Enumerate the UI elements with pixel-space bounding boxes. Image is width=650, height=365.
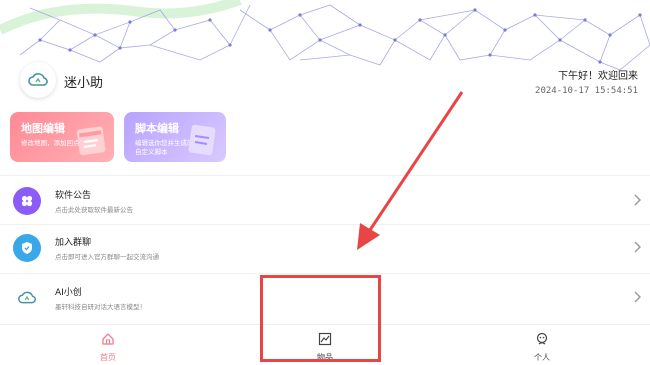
chevron-right-icon	[634, 241, 641, 253]
nav-home[interactable]: 首页	[78, 331, 138, 363]
nav-profile[interactable]: 个人	[512, 331, 572, 363]
list-item-title: 加入群聊	[55, 238, 92, 248]
home-icon	[102, 333, 114, 345]
cloud-logo-icon	[28, 73, 48, 86]
greeting-text: 下午好！欢迎回来	[558, 71, 638, 82]
shield-icon	[13, 234, 41, 262]
document-icon	[188, 124, 216, 156]
profile-icon	[536, 332, 548, 345]
card-title: 脚本编辑	[135, 122, 179, 135]
script-edit-card[interactable]: 脚本编辑 编辑选你您并生成的自定义脚本	[124, 112, 226, 162]
card-title: 地图编辑	[21, 122, 65, 135]
datetime-text: 2024-10-17 15:54:51	[535, 86, 638, 96]
chevron-right-icon	[634, 194, 641, 206]
status-bar-time: 3:54	[6, 2, 24, 11]
map-edit-card[interactable]: 地图编辑 修改地图，添加回点	[10, 112, 114, 162]
list-item-subtitle: 墨轩科技自研对话大语言模型！	[55, 303, 146, 311]
list-item-subtitle: 点击此处获取软件最新公告	[55, 206, 133, 214]
list-item-subtitle: 点击即可进入官方群聊一起交流沟通	[55, 253, 159, 261]
annotation-highlight-box	[260, 275, 381, 362]
cloud-logo-icon	[13, 284, 41, 312]
divider	[0, 224, 650, 225]
divider	[0, 175, 650, 176]
nav-label: 首页	[100, 353, 116, 362]
app-logo[interactable]	[20, 62, 56, 98]
clover-icon	[13, 187, 41, 215]
list-item-join-group[interactable]: 加入群聊 点击即可进入官方群聊一起交流沟通	[0, 227, 650, 271]
list-item-title: 软件公告	[55, 191, 92, 201]
calendar-icon	[76, 126, 106, 156]
chevron-right-icon	[634, 291, 641, 303]
divider	[0, 273, 650, 274]
app-name: 迷小助	[64, 76, 104, 91]
list-item-announcements[interactable]: 软件公告 点击此处获取软件最新公告	[0, 180, 650, 224]
list-item-title: AI小创	[55, 288, 82, 298]
nav-label: 个人	[534, 353, 550, 362]
